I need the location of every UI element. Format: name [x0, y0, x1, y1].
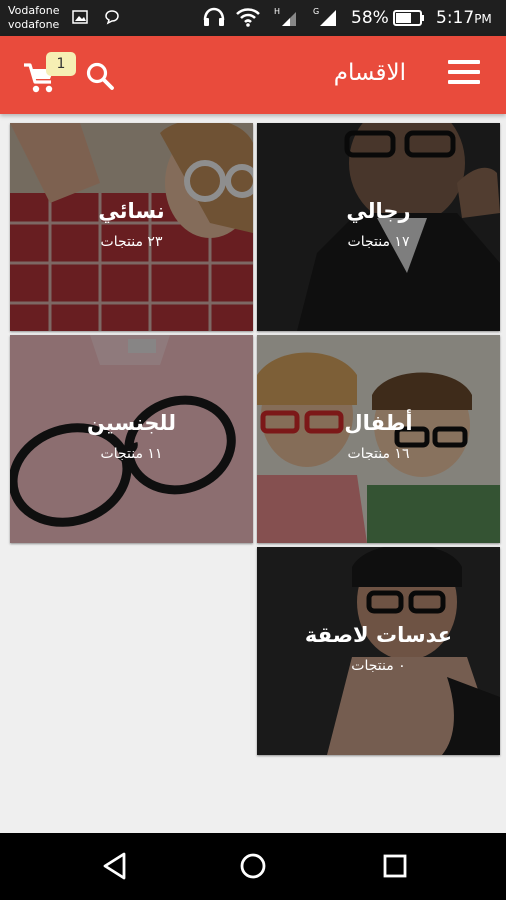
category-count: ٠ منتجات: [351, 658, 406, 674]
chat-icon: [105, 10, 119, 25]
back-icon[interactable]: [100, 851, 130, 881]
cart-badge: 1: [46, 52, 76, 76]
signal-icon: G: [313, 7, 336, 26]
category-tile-women[interactable]: نسائي ٢٣ منتجات: [10, 123, 253, 331]
wifi-icon: [236, 8, 260, 27]
category-name: أطفال: [344, 411, 413, 435]
signal-h-icon: H: [274, 7, 296, 26]
recents-icon[interactable]: [380, 851, 410, 881]
category-name: رجالي: [346, 199, 411, 223]
category-name: عدسات لاصقة: [304, 623, 453, 647]
svg-text:H: H: [274, 7, 280, 16]
battery-percent: 58%: [351, 8, 389, 28]
search-icon[interactable]: [84, 60, 116, 92]
navigation-bar: [0, 833, 506, 900]
battery-icon: [393, 10, 424, 26]
carrier-label: Vodafone vodafone: [8, 4, 59, 32]
category-tile-contact-lenses[interactable]: عدسات لاصقة ٠ منتجات: [257, 547, 500, 755]
headset-icon: [203, 7, 225, 26]
category-count: ١٦ منتجات: [347, 446, 410, 462]
category-name: للجنسين: [86, 411, 176, 435]
status-bar: Vodafone vodafone H G 58% 5:17PM: [0, 0, 506, 36]
carrier-line1: Vodafone: [8, 4, 60, 17]
clock-suffix: PM: [474, 12, 492, 26]
image-icon: [72, 10, 88, 24]
page-title: الاقسام: [333, 60, 406, 86]
app-bar: الاقسام: [0, 36, 506, 114]
category-count: ١٧ منتجات: [347, 234, 410, 250]
category-tile-unisex[interactable]: للجنسين ١١ منتجات: [10, 335, 253, 543]
category-count: ٢٣ منتجات: [100, 234, 163, 250]
carrier-line2: vodafone: [8, 18, 60, 31]
svg-text:G: G: [313, 7, 319, 16]
category-count: ١١ منتجات: [100, 446, 163, 462]
category-tile-men[interactable]: رجالي ١٧ منتجات: [257, 123, 500, 331]
clock-time: 5:17: [436, 8, 475, 28]
home-icon[interactable]: [238, 851, 268, 881]
menu-icon[interactable]: [448, 60, 480, 90]
clock: 5:17PM: [436, 8, 492, 28]
category-tile-kids[interactable]: أطفال ١٦ منتجات: [257, 335, 500, 543]
category-name: نسائي: [98, 199, 165, 223]
